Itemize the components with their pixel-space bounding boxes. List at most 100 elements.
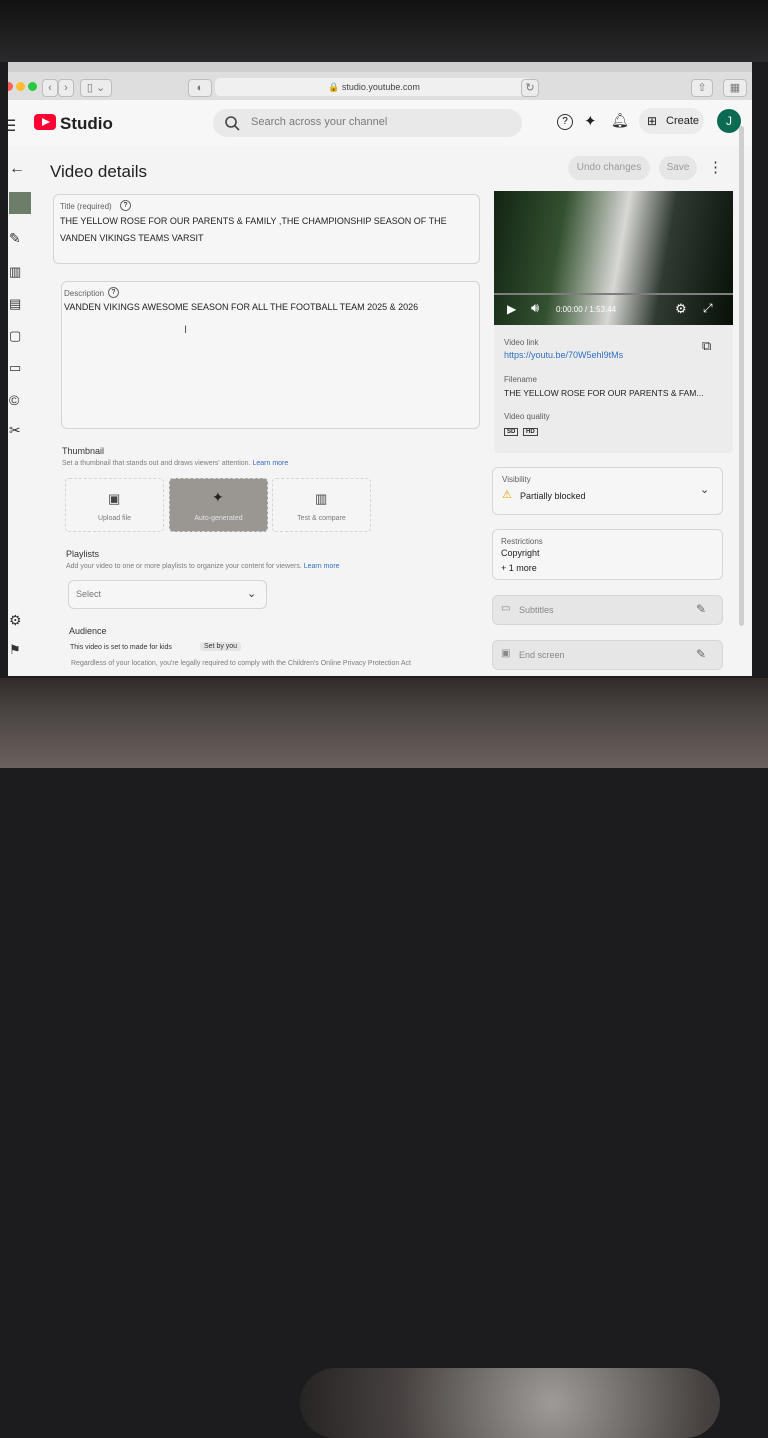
video-time: 0:00:00 / 1:53:44 <box>556 305 617 314</box>
sidebar-toggle-button[interactable]: ▯ ⌄ <box>80 79 112 97</box>
filename-label: Filename <box>504 375 537 384</box>
minimize-window-icon[interactable] <box>16 82 25 91</box>
page-title: Video details <box>50 162 148 181</box>
privacy-shield-icon[interactable]: ◐ <box>188 79 212 97</box>
subtitles-icon[interactable]: ▭ <box>9 360 27 378</box>
set-by-you-badge: Set by you <box>200 642 242 651</box>
title-field-label: Title (required) <box>60 202 112 211</box>
visibility-select[interactable]: Visibility ⚠ Partially blocked ⌄ <box>492 467 723 515</box>
playlists-learn-more-link[interactable]: Learn more <box>304 563 340 570</box>
create-icon: ⊞ <box>647 114 658 128</box>
back-button[interactable]: ‹ <box>42 79 58 97</box>
playlist-select[interactable]: Select ⌄ <box>68 580 267 609</box>
close-window-icon[interactable] <box>8 82 13 91</box>
copy-link-icon[interactable]: ⧉ <box>702 338 711 354</box>
create-button[interactable]: ⊞ Create <box>639 108 704 134</box>
comments-icon[interactable]: ▢ <box>9 328 27 346</box>
end-screen-edit-icon[interactable]: ✎ <box>696 647 706 661</box>
title-field-value: THE YELLOW ROSE FOR OUR PARENTS & FAMILY… <box>60 216 447 243</box>
reload-icon[interactable]: ↻ <box>521 79 539 97</box>
filename: THE YELLOW ROSE FOR OUR PARENTS & FAM... <box>504 388 704 398</box>
edit-details-icon[interactable]: ✎ <box>9 230 27 248</box>
video-link-label: Video link <box>504 338 539 347</box>
warning-icon: ⚠ <box>502 489 512 501</box>
screen: ‹ › ▯ ⌄ ◐ 🔒 studio.youtube.com ↻ ⇧ ▦ ☰ S… <box>8 62 752 676</box>
subtitles-edit-icon[interactable]: ✎ <box>696 602 706 616</box>
text-cursor-icon: I <box>184 324 188 336</box>
thumbnail-learn-more-link[interactable]: Learn more <box>252 460 288 467</box>
editor-icon[interactable]: ▤ <box>9 296 27 314</box>
notifications-icon[interactable]: 🔔︎ <box>611 112 629 129</box>
volume-icon[interactable]: 🔊︎ <box>531 300 539 316</box>
video-preview[interactable]: ▶ 🔊︎ 0:00:00 / 1:53:44 ⚙ ⤢ <box>494 191 733 325</box>
undo-changes-button[interactable]: Undo changes <box>568 156 650 180</box>
video-link[interactable]: https://youtu.be/70W5ehl9tMs <box>504 350 623 360</box>
auto-generated-label: Auto-generated <box>194 515 243 522</box>
title-field[interactable]: Title (required) ? THE YELLOW ROSE FOR O… <box>53 194 480 264</box>
search-icon <box>225 116 240 131</box>
help-icon[interactable]: ? <box>557 114 573 130</box>
studio-header: ☰ Studio Search across your channel ? ✦ … <box>8 100 752 146</box>
description-field[interactable]: Description ? VANDEN VIKINGS AWESOME SEA… <box>61 281 480 429</box>
title-help-icon[interactable]: ? <box>120 200 131 211</box>
play-logo-icon <box>42 118 50 126</box>
copyright-icon[interactable]: © <box>9 392 27 410</box>
settings-icon[interactable]: ⚙ <box>9 612 27 630</box>
more-options-icon[interactable]: ⋮ <box>708 158 723 176</box>
end-screen-icon: ▣ <box>501 648 511 659</box>
restrictions-card[interactable]: Restrictions Copyright + 1 more <box>492 529 723 580</box>
search-placeholder: Search across your channel <box>251 116 388 128</box>
forward-button[interactable]: › <box>58 79 74 97</box>
youtube-logo-icon[interactable] <box>34 114 56 130</box>
audience-status: This video is set to made for kids <box>70 644 172 651</box>
save-button[interactable]: Save <box>659 156 697 180</box>
fullscreen-icon[interactable]: ⤢ <box>703 301 713 316</box>
avatar[interactable]: J <box>717 109 741 133</box>
create-label: Create <box>666 115 700 127</box>
sidebar: ← ✎ ▥ ▤ ▢ ▭ © ✂ ⚙ ⚑ <box>8 146 38 676</box>
auto-generate-icon: ✦ <box>212 489 224 505</box>
subtitles-label: Subtitles <box>519 605 554 615</box>
tab-strip <box>8 62 752 72</box>
feedback-icon[interactable]: ⚑ <box>9 642 27 660</box>
end-screen-button[interactable]: ▣ End screen ✎ <box>492 640 723 670</box>
test-compare-option[interactable]: ▥ Test & compare <box>272 478 371 532</box>
monitor-bezel-top <box>0 0 768 62</box>
description-field-value: VANDEN VIKINGS AWESOME SEASON FOR ALL TH… <box>64 302 419 312</box>
video-settings-icon[interactable]: ⚙ <box>675 301 687 317</box>
clips-icon[interactable]: ✂ <box>9 422 27 440</box>
visibility-chevron-icon: ⌄ <box>700 484 710 496</box>
channel-search[interactable]: Search across your channel <box>213 109 522 137</box>
playlists-heading: Playlists <box>66 549 100 559</box>
audience-heading: Audience <box>69 626 107 636</box>
test-compare-label: Test & compare <box>297 515 346 522</box>
subtitles-card-icon: ▭ <box>501 603 511 614</box>
description-help-icon[interactable]: ? <box>108 287 119 298</box>
play-icon[interactable]: ▶ <box>507 302 516 316</box>
quality-hd-badge: HD <box>523 428 538 436</box>
visibility-value: Partially blocked <box>520 491 586 501</box>
tab-overview-icon[interactable]: ▦ <box>723 79 747 97</box>
subtitles-button[interactable]: ▭ Subtitles ✎ <box>492 595 723 625</box>
sparkle-icon[interactable]: ✦ <box>584 112 597 130</box>
studio-logo-text: Studio <box>60 114 113 133</box>
analytics-icon[interactable]: ▥ <box>9 264 27 282</box>
restrictions-label: Restrictions <box>501 537 543 546</box>
progress-track[interactable] <box>494 293 733 295</box>
zoom-window-icon[interactable] <box>28 82 37 91</box>
thumbnail-help: Set a thumbnail that stands out and draw… <box>62 460 288 467</box>
playlists-help: Add your video to one or more playlists … <box>66 563 340 570</box>
video-thumbnail-icon[interactable] <box>9 192 31 214</box>
playlists-help-text: Add your video to one or more playlists … <box>66 563 302 570</box>
menu-icon[interactable]: ☰ <box>8 116 16 136</box>
upload-thumbnail-option[interactable]: ▣ Upload file <box>65 478 164 532</box>
address-bar[interactable]: 🔒 studio.youtube.com <box>215 78 533 96</box>
url-text: studio.youtube.com <box>341 82 420 92</box>
thumbnail-help-text: Set a thumbnail that stands out and draw… <box>62 460 251 467</box>
restrictions-more: + 1 more <box>501 563 537 573</box>
auto-generated-thumbnail-option[interactable]: ✦ Auto-generated <box>169 478 268 532</box>
visibility-label: Visibility <box>502 475 531 484</box>
scrollbar[interactable] <box>739 126 744 626</box>
share-icon[interactable]: ⇧ <box>691 79 713 97</box>
back-arrow-icon[interactable]: ← <box>9 160 27 178</box>
